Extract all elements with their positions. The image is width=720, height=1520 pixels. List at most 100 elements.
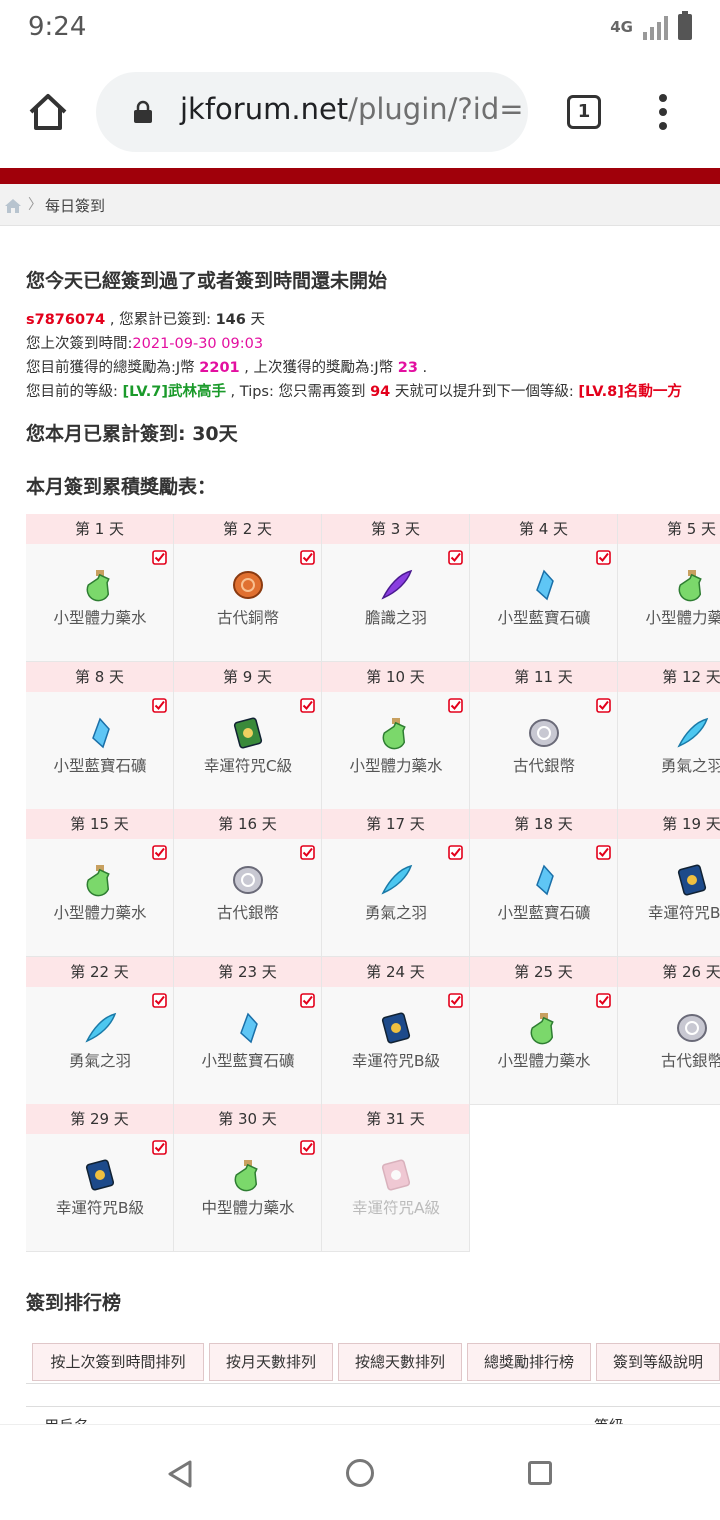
potion-icon (379, 716, 413, 750)
reward-item-name: 幸運符咒C級 (203, 756, 293, 775)
tab-level-description[interactable]: 簽到等級說明 (596, 1343, 720, 1381)
reward-day-cell: 第 5 天小型體力藥水 (618, 514, 720, 662)
reward-day-cell: 第 31 天幸運符咒A級 (322, 1104, 470, 1252)
browser-toolbar: jkforum.net/plugin/?id= 1 (0, 56, 720, 168)
silver-coin-icon (527, 716, 561, 750)
checked-icon (448, 697, 463, 713)
checked-icon (152, 992, 167, 1008)
tab-sort-total-days[interactable]: 按總天數排列 (338, 1343, 462, 1381)
days-needed: 94 (370, 384, 391, 400)
breadcrumb-home-icon[interactable] (4, 198, 22, 214)
level-line: 您目前的等級: [LV.7]武林高手 , Tips: 您只需再簽到 94 天就可… (26, 384, 682, 400)
last-signin-line: 您上次簽到時間:2021-09-30 09:03 (26, 336, 264, 352)
reward-item-name: 古代銀幣 (660, 1051, 720, 1070)
day-label: 第 3 天 (322, 514, 469, 544)
day-label: 第 12 天 (618, 661, 720, 692)
sapphire-icon (83, 716, 117, 750)
last-signin-time: 2021-09-30 09:03 (132, 336, 264, 352)
breadcrumb-separator: 〉 (28, 197, 42, 213)
reward-day-cell: 第 2 天古代銅幣 (174, 514, 322, 662)
reward-item-name: 幸運符咒B級 (647, 904, 720, 922)
reward-item-name: 古代銅幣 (216, 609, 279, 627)
last-reward: 23 (397, 360, 418, 376)
reward-item-name: 小型體力藥水 (53, 904, 147, 922)
day-label: 第 1 天 (26, 514, 173, 544)
recent-apps-icon[interactable] (528, 1461, 552, 1485)
signin-total-line: s7876074 , 您累計已簽到: 146 天 (26, 312, 265, 328)
url-text: jkforum.net/plugin/?id= (180, 92, 524, 126)
day-label: 第 24 天 (322, 956, 469, 987)
month-total-heading: 您本月已累計簽到: 30天 (26, 423, 238, 445)
reward-item-name: 小型藍寶石礦 (497, 609, 591, 627)
reward-day-cell: 第 15 天小型體力藥水 (26, 809, 174, 957)
charm-a-icon (379, 1158, 413, 1192)
reward-day-cell: 第 9 天幸運符咒C級 (174, 661, 322, 810)
back-icon[interactable] (166, 1459, 194, 1489)
reward-item-name: 幸運符咒B級 (351, 1051, 441, 1070)
checked-icon (300, 697, 315, 713)
reward-item-name: 小型體力藥水 (53, 609, 147, 627)
day-label: 第 10 天 (322, 661, 469, 692)
breadcrumb-current[interactable]: 每日簽到 (45, 195, 105, 216)
home-icon[interactable] (26, 90, 70, 134)
day-label: 第 18 天 (470, 809, 617, 839)
tab-switcher-button[interactable]: 1 (567, 95, 601, 129)
checked-icon (448, 550, 463, 565)
day-label: 第 17 天 (322, 809, 469, 839)
sapphire-icon (527, 568, 561, 602)
home-circle-icon[interactable] (346, 1459, 374, 1487)
reward-item-name: 小型體力藥水 (497, 1051, 591, 1070)
day-label: 第 23 天 (174, 956, 321, 987)
blue-feather-icon (83, 1011, 117, 1045)
tab-total-reward-ranking[interactable]: 總獎勵排行榜 (467, 1343, 591, 1381)
reward-day-cell: 第 23 天小型藍寶石礦 (174, 956, 322, 1105)
silver-coin-icon (231, 863, 265, 897)
reward-day-cell: 第 3 天膽識之羽 (322, 514, 470, 662)
reward-item-name: 勇氣之羽 (364, 904, 427, 922)
lock-icon (134, 100, 152, 123)
network-type-label: 4G (610, 18, 633, 36)
day-label: 第 11 天 (470, 661, 617, 692)
reward-day-cell: 第 10 天小型體力藥水 (322, 661, 470, 810)
checked-icon (300, 1140, 315, 1155)
checked-icon (596, 992, 611, 1008)
status-time: 9:24 (28, 12, 87, 42)
reward-day-cell: 第 26 天古代銀幣 (618, 956, 720, 1105)
reward-day-cell: 第 12 天勇氣之羽 (618, 661, 720, 810)
checked-icon (300, 845, 315, 860)
address-bar[interactable]: jkforum.net/plugin/?id= (96, 72, 528, 152)
reward-grid: 第 1 天小型體力藥水第 2 天古代銅幣第 3 天膽識之羽第 4 天小型藍寶石礦… (26, 514, 720, 1252)
reward-day-cell: 第 29 天幸運符咒B級 (26, 1104, 174, 1252)
username[interactable]: s7876074 (26, 312, 105, 328)
checked-icon (152, 1140, 167, 1155)
day-label: 第 9 天 (174, 661, 321, 692)
reward-day-cell: 第 24 天幸運符咒B級 (322, 956, 470, 1105)
reward-item-name: 膽識之羽 (364, 609, 427, 627)
checked-icon (152, 845, 167, 860)
reward-item-name: 勇氣之羽 (660, 756, 720, 775)
reward-day-cell: 第 17 天勇氣之羽 (322, 809, 470, 957)
charm-b-icon (379, 1011, 413, 1045)
checked-icon (300, 992, 315, 1008)
checked-icon (448, 845, 463, 860)
more-menu-icon[interactable] (656, 94, 670, 134)
day-label: 第 4 天 (470, 514, 617, 544)
checked-icon (300, 550, 315, 565)
day-label: 第 26 天 (618, 956, 720, 987)
tab-sort-last-signin[interactable]: 按上次簽到時間排列 (32, 1343, 204, 1381)
blue-feather-icon (675, 716, 709, 750)
reward-day-cell: 第 22 天勇氣之羽 (26, 956, 174, 1105)
reward-item-name: 古代銀幣 (216, 904, 279, 922)
day-label: 第 19 天 (618, 809, 720, 839)
potion-icon (83, 568, 117, 602)
total-days: 146 (215, 312, 246, 328)
potion-icon (527, 1011, 561, 1045)
reward-day-cell: 第 19 天幸運符咒B級 (618, 809, 720, 957)
reward-item-name: 小型藍寶石礦 (201, 1051, 295, 1070)
charm-b-icon (675, 863, 709, 897)
reward-item-name: 小型體力藥水 (645, 609, 720, 627)
signin-status-heading: 您今天已經簽到過了或者簽到時間還未開始 (26, 270, 388, 292)
site-header-band (0, 168, 720, 184)
ranking-title: 簽到排行榜 (26, 1292, 122, 1314)
tab-sort-month-days[interactable]: 按月天數排列 (209, 1343, 333, 1381)
